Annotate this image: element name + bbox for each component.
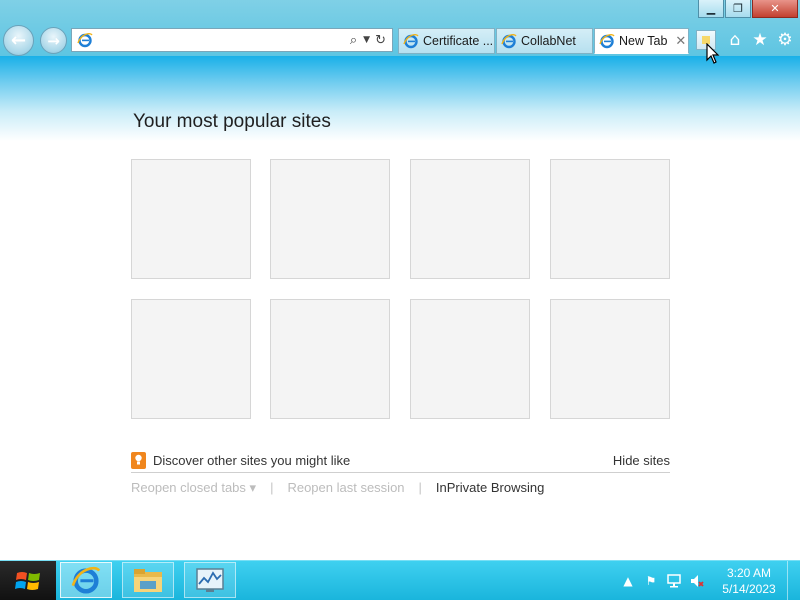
- tab-label: New Tab: [619, 34, 668, 48]
- windows-logo-icon: [15, 571, 40, 590]
- forward-arrow-icon: →: [47, 31, 60, 50]
- network-icon[interactable]: [666, 573, 682, 589]
- taskbar-resource-monitor[interactable]: [184, 562, 236, 598]
- taskbar: ▲ ⚑ 3:20 AM 5/14/2023: [0, 560, 800, 600]
- show-hidden-icons[interactable]: ▲: [620, 573, 636, 589]
- discover-sites-link[interactable]: Discover other sites you might like: [153, 453, 350, 468]
- hide-sites-link[interactable]: Hide sites: [613, 453, 670, 468]
- back-arrow-icon: ←: [10, 30, 27, 51]
- favorites-star-icon[interactable]: ★: [749, 29, 771, 51]
- volume-muted-icon[interactable]: [689, 573, 705, 589]
- separator: |: [270, 480, 274, 495]
- site-tile[interactable]: [270, 299, 390, 419]
- clock-time: 3:20 AM: [726, 566, 772, 580]
- forward-button[interactable]: →: [40, 27, 67, 54]
- clock-date: 5/14/2023: [722, 582, 776, 596]
- tab-certificate[interactable]: Certificate ...: [398, 28, 495, 54]
- tab-label: CollabNet: [521, 34, 576, 48]
- back-button[interactable]: ←: [3, 25, 34, 56]
- close-tab-icon[interactable]: ✕: [675, 33, 686, 49]
- command-icons: ⌂ ★ ⚙: [724, 29, 799, 51]
- refresh-icon[interactable]: ↻: [375, 33, 386, 48]
- address-bar[interactable]: ⌕ ▼ ↻: [71, 28, 393, 52]
- site-tile[interactable]: [270, 159, 390, 279]
- search-icon[interactable]: ⌕: [350, 33, 357, 48]
- site-tile[interactable]: [550, 299, 670, 419]
- tab-collabnet[interactable]: CollabNet: [496, 28, 593, 54]
- minimize-button[interactable]: ▁: [698, 0, 724, 18]
- ie-logo-icon: [501, 34, 517, 49]
- home-icon[interactable]: ⌂: [724, 29, 746, 51]
- ie-logo-icon: [77, 33, 93, 48]
- reopen-closed-tabs-link[interactable]: Reopen closed tabs ▾: [131, 480, 256, 496]
- lightbulb-icon: [131, 451, 146, 469]
- ie-logo-icon: [403, 34, 419, 49]
- show-desktop-button[interactable]: [787, 561, 800, 600]
- folder-icon: [134, 569, 162, 592]
- restore-button[interactable]: ❐: [725, 0, 751, 18]
- tools-gear-icon[interactable]: ⚙: [774, 29, 796, 51]
- page-title: Your most popular sites: [133, 111, 331, 132]
- site-tile[interactable]: [410, 159, 530, 279]
- inprivate-browsing-link[interactable]: InPrivate Browsing: [436, 480, 544, 496]
- resource-monitor-icon: [196, 568, 224, 592]
- site-tile[interactable]: [410, 299, 530, 419]
- browser-toolbar: ▁ ❐ ✕ ← → ⌕ ▼ ↻ Certificate ... CollabNe…: [0, 0, 800, 56]
- action-center-flag-icon[interactable]: ⚑: [643, 573, 659, 589]
- mouse-cursor-icon: [706, 43, 720, 64]
- site-tile[interactable]: [550, 159, 670, 279]
- site-tile[interactable]: [131, 299, 251, 419]
- site-tile[interactable]: [131, 159, 251, 279]
- discover-sites-bar: Discover other sites you might like Hide…: [131, 448, 670, 473]
- chevron-down-icon[interactable]: ▼: [363, 35, 370, 45]
- address-input[interactable]: [97, 30, 350, 50]
- tab-strip: Certificate ... CollabNet New Tab ✕: [398, 28, 690, 54]
- tab-label: Certificate ...: [423, 34, 494, 48]
- start-button[interactable]: [0, 561, 56, 600]
- separator: |: [418, 480, 422, 495]
- reopen-last-session-link[interactable]: Reopen last session: [287, 480, 404, 496]
- close-button[interactable]: ✕: [752, 0, 798, 18]
- system-clock[interactable]: 3:20 AM 5/14/2023: [718, 565, 780, 597]
- system-tray: ▲ ⚑: [620, 561, 712, 600]
- taskbar-file-explorer[interactable]: [122, 562, 174, 598]
- new-tab-footer-links: Reopen closed tabs ▾ | Reopen last sessi…: [131, 480, 544, 496]
- tab-new-tab[interactable]: New Tab ✕: [594, 28, 689, 54]
- ie-logo-icon: [71, 566, 101, 594]
- window-controls: ▁ ❐ ✕: [697, 0, 798, 18]
- ie-logo-icon: [599, 34, 615, 49]
- taskbar-internet-explorer[interactable]: [60, 562, 112, 598]
